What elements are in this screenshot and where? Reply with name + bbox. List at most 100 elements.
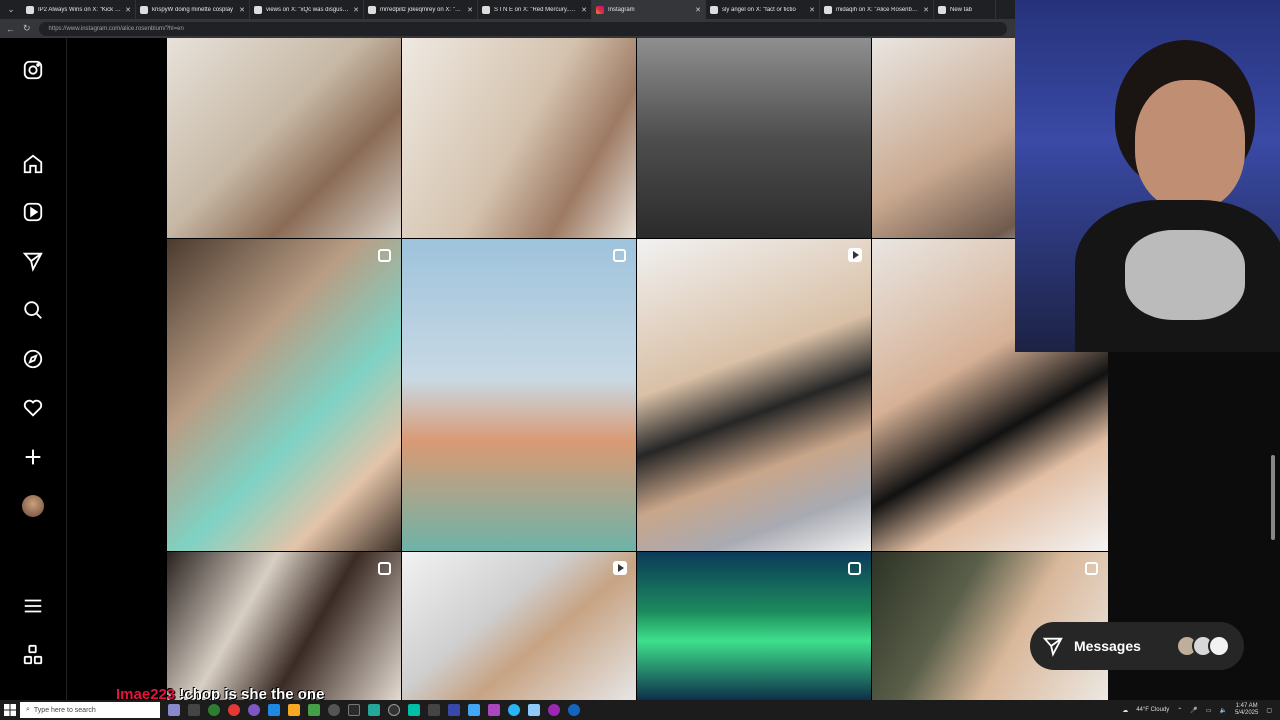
streamer-webcam <box>1015 0 1280 352</box>
post-tile[interactable] <box>637 38 871 238</box>
app-icon[interactable] <box>208 704 220 716</box>
file-explorer-icon[interactable] <box>288 704 300 716</box>
close-tab-icon[interactable]: ✕ <box>467 6 473 14</box>
menu-icon[interactable] <box>21 594 45 618</box>
close-tab-icon[interactable]: ✕ <box>239 6 245 14</box>
reel-icon <box>848 248 862 262</box>
microphone-icon[interactable]: 🎤 <box>1190 707 1197 714</box>
reel-icon <box>613 561 627 575</box>
chevron-up-icon[interactable]: ⌃ <box>1177 707 1182 714</box>
reels-icon[interactable] <box>21 200 45 224</box>
posts-grid <box>167 38 1108 700</box>
weather-text[interactable]: 44°F Cloudy <box>1136 707 1169 713</box>
post-tile[interactable] <box>167 239 401 551</box>
browser-tab-active[interactable]: Instagram ✕ <box>592 0 706 19</box>
app-icon[interactable] <box>368 704 380 716</box>
x-favicon-icon <box>710 5 718 14</box>
browser-tab[interactable]: IP2 Always Wins on X: "Kick Stre ✕ <box>22 0 136 19</box>
post-tile[interactable] <box>402 38 636 238</box>
home-icon[interactable] <box>21 152 45 176</box>
back-icon[interactable]: ← <box>6 24 15 34</box>
webcam-shirt-graphic <box>1125 230 1245 320</box>
tab-search-icon[interactable]: ⌄ <box>0 0 22 19</box>
address-bar[interactable]: https://www.instagram.com/alice.rosenblu… <box>38 21 1007 36</box>
steam-icon[interactable] <box>568 704 580 716</box>
heart-icon[interactable] <box>21 396 45 420</box>
taskbar-search-input[interactable]: ⌕ Type here to search <box>20 702 160 718</box>
avatar <box>22 495 44 517</box>
app-icon[interactable] <box>468 704 480 716</box>
close-tab-icon[interactable]: ✕ <box>695 6 701 14</box>
post-tile[interactable] <box>637 552 871 700</box>
volume-icon[interactable]: 🔈 <box>1219 707 1226 714</box>
app-icon[interactable] <box>168 704 180 716</box>
notification-icon[interactable]: ▢ <box>1266 707 1272 714</box>
x-favicon-icon <box>482 5 490 14</box>
app-icon[interactable] <box>488 704 500 716</box>
profile-avatar[interactable] <box>21 494 45 518</box>
close-tab-icon[interactable]: ✕ <box>809 6 815 14</box>
scrollbar[interactable] <box>1271 455 1275 540</box>
carousel-icon <box>848 562 861 575</box>
x-favicon-icon <box>140 5 148 14</box>
chrome-icon[interactable] <box>228 704 240 716</box>
instagram-sidebar <box>0 38 67 700</box>
close-tab-icon[interactable]: ✕ <box>581 6 587 14</box>
instagram-favicon-icon <box>596 5 604 14</box>
windows-start-icon[interactable] <box>0 704 20 716</box>
close-tab-icon[interactable]: ✕ <box>923 6 929 14</box>
app-icon[interactable] <box>528 704 540 716</box>
app-icon[interactable] <box>268 704 280 716</box>
post-tile[interactable] <box>167 38 401 238</box>
app-icon[interactable] <box>508 704 520 716</box>
weather-icon: ☁ <box>1122 707 1129 714</box>
app-icon[interactable] <box>308 704 320 716</box>
screen: ⌄ IP2 Always Wins on X: "Kick Stre ✕ kris… <box>0 0 1280 720</box>
browser-tab[interactable]: mrredpillz jokeqmrey on X: "Con ✕ <box>364 0 478 19</box>
x-favicon-icon <box>368 5 376 14</box>
new-tab-favicon-icon <box>938 5 946 14</box>
webcam-face <box>1135 80 1245 210</box>
network-icon[interactable]: ▭ <box>1206 707 1212 714</box>
browser-tab[interactable]: krispyW doing minette cosplay ✕ <box>136 0 250 19</box>
close-tab-icon[interactable]: ✕ <box>353 6 359 14</box>
task-view-icon[interactable] <box>188 704 200 716</box>
app-icon[interactable] <box>328 704 340 716</box>
browser-tab[interactable]: New tab <box>934 0 996 19</box>
instagram-page <box>0 38 1108 700</box>
browser-tab[interactable]: S I N E on X: "Red Mercury... htt ✕ <box>478 0 592 19</box>
more-apps-icon[interactable] <box>21 643 45 667</box>
post-tile[interactable] <box>402 239 636 551</box>
carousel-icon <box>1085 562 1098 575</box>
explore-icon[interactable] <box>21 347 45 371</box>
browser-tab[interactable]: views on X: "xQc was disgusted ✕ <box>250 0 364 19</box>
app-icon[interactable] <box>408 704 420 716</box>
messages-label: Messages <box>1074 638 1141 654</box>
x-favicon-icon <box>254 5 262 14</box>
browser-tab[interactable]: midaqih on X: "Alice Rosenblum ✕ <box>820 0 934 19</box>
app-icon[interactable] <box>388 704 400 716</box>
browser-tab[interactable]: sly angel on X: "fact or fictio ✕ <box>706 0 820 19</box>
messages-button[interactable]: Messages <box>1030 622 1244 670</box>
x-favicon-icon <box>26 5 34 14</box>
app-icon[interactable] <box>448 704 460 716</box>
post-tile[interactable] <box>637 239 871 551</box>
reload-icon[interactable]: ↻ <box>23 23 31 34</box>
x-favicon-icon <box>824 5 832 14</box>
post-tile[interactable] <box>402 552 636 700</box>
create-icon[interactable] <box>21 445 45 469</box>
app-icon[interactable] <box>548 704 560 716</box>
search-icon[interactable] <box>21 298 45 322</box>
system-tray: ☁ 44°F Cloudy ⌃ 🎤 ▭ 🔈 1:47 AM 5/4/2025 ▢ <box>1122 703 1280 717</box>
app-icon[interactable] <box>348 704 360 716</box>
avatar <box>1208 635 1230 657</box>
app-icon[interactable] <box>428 704 440 716</box>
app-icon[interactable] <box>248 704 260 716</box>
close-tab-icon[interactable]: ✕ <box>125 6 131 14</box>
taskbar-clock[interactable]: 1:47 AM 5/4/2025 <box>1235 703 1258 717</box>
send-icon[interactable] <box>21 249 45 273</box>
instagram-logo-icon[interactable] <box>21 58 45 82</box>
carousel-icon <box>378 249 391 262</box>
taskbar-apps <box>168 704 580 716</box>
post-tile[interactable] <box>167 552 401 700</box>
